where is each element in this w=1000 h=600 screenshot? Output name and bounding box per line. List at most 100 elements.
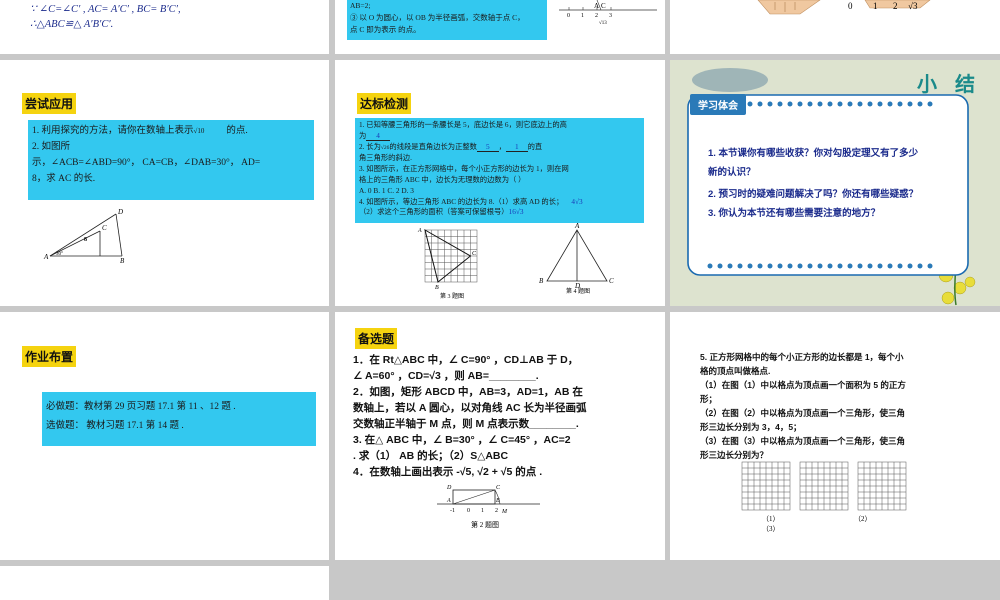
label-d: D (117, 208, 123, 216)
axis-label-0: 0 (848, 1, 853, 11)
gq-line-5: （2）在图（2）中以格点为顶点画一个三角形，使三角 (700, 408, 905, 418)
slide-standard-test[interactable]: 达标检测 1. 已知等腰三角形的一条腰长是 5，底边长是 6，则它底边上的高 为… (335, 60, 665, 306)
point-c-label: C (601, 2, 606, 10)
slide-backup-questions[interactable]: 备选题 1．在 Rt△ABC 中，∠ C=90° ，CD⊥AB 于 D， ∠ A… (335, 312, 665, 560)
summary-q1b: 新的认识？ (708, 167, 756, 178)
axis-label-3: 3 (609, 13, 612, 19)
label-a: A (574, 222, 580, 230)
label-30: 30° (56, 252, 63, 257)
slide-top-right[interactable]: 0 1 2 √3 (670, 0, 1000, 54)
homework-box: 必做题：教材第 29 页习题 17.1 第 11 、12 题 . 选做题： 教材… (42, 392, 316, 446)
q3-line-1: 3. 如图所示，在正方形网格中，每个小正方形的边长为 1，则在网 (359, 164, 569, 174)
congruence-line-2: ∴△ABC≌△ A′B′C′. (30, 19, 114, 30)
equilateral-figure: A B C D (539, 222, 614, 288)
slide-try-apply[interactable]: 尝试应用 1. 利用探究的方法，请你在数轴上表示√10 的点. 2. 如图所 示，… (0, 60, 329, 306)
summary-questions: 1. 本节课你有哪些收获？你对勾股定理又有了多少 新的认识？ 2. 预习时的疑难… (708, 144, 918, 223)
gq-line-6: 形三边长分别为 3，4，5； (700, 422, 802, 432)
q1-end: 的点. (226, 126, 248, 136)
label-c: C (609, 277, 614, 285)
label-neg1: -1 (450, 508, 455, 514)
homework-optional: 选做题： 教材习题 17.1 第 14 题 . (46, 421, 184, 431)
rectangle-number-line-figure: D C A B -1 0 1 2 M (437, 485, 540, 515)
figure-2-caption: 第 2 题图 (471, 521, 499, 529)
label-b: B (435, 285, 439, 291)
bq4-line-1: 4．在数轴上画出表示 -√5, √2 + √5 的点 . (353, 466, 543, 478)
bq3-line-2: . 求（1） AB 的长；（2）S△ABC (353, 450, 509, 462)
grid-caption-3-text: （3） (762, 525, 780, 533)
gq-line-4: 形； (700, 394, 718, 404)
label-c: C (102, 224, 107, 232)
q1-text: 1. 利用探究的方法，请你在数轴上表示 (32, 126, 194, 136)
slide-bottom-left[interactable] (0, 566, 329, 600)
q2-line-1b: 的线段是直角边长为正整数 (389, 141, 477, 151)
ruler-figure: 0 1 2 √3 (757, 0, 931, 15)
label-0: 0 (467, 508, 470, 514)
grid-figures (741, 461, 907, 511)
bq2-line-3: 交数轴正半轴于 M 点，则 M 点表示数________. (353, 418, 579, 430)
label-c: C (496, 485, 501, 491)
q1-line-1: 1. 已知等腰三角形的一条腰长是 5，底边长是 6，则它底边上的高 (359, 120, 567, 129)
slide-title: 作业布置 (22, 346, 77, 367)
number-line-figure: 0 1 2 3 √13 A C (559, 0, 657, 26)
q2-line-2: 角三角形的斜边. (359, 153, 412, 163)
q2-line-1c: 的直 (527, 141, 543, 151)
bq1-line-2: ∠ A=60° ，CD=√3 ，则 AB=________. (353, 370, 539, 382)
label-a: A (446, 498, 451, 504)
grid-figure: A C B (417, 228, 478, 291)
grid-question: 5. 正方形网格中的每个小正方形的边长都是 1，每个小 格的顶点叫做格点. （1… (700, 350, 906, 462)
q2-line-c: 8，求 AC 的长. (32, 174, 96, 184)
gq-line-1: 5. 正方形网格中的每个小正方形的边长都是 1，每个小 (700, 352, 904, 362)
label-1: 1 (481, 508, 484, 514)
learning-banner: 学习体会 (690, 94, 746, 115)
triangle-figure: D C A B 8 30° (43, 208, 125, 265)
gq-line-3: （1）在图（1）中以格点为顶点画一个面积为 5 的正方 (700, 380, 906, 390)
construction-line-3: 点 C 即为表示 的点。 (350, 25, 421, 34)
answer-2: 5 (476, 141, 499, 152)
slide-grid-question[interactable]: 5. 正方形网格中的每个小正方形的边长都是 1，每个小 格的顶点叫做格点. （1… (670, 312, 1000, 560)
q2-line-1: 2. 长为 (359, 141, 381, 151)
construction-line-2: ③ 以 O 为圆心，以 OB 为半径画弧，交数轴于点 C， (350, 13, 525, 22)
slide-homework[interactable]: 作业布置 必做题：教材第 29 页习题 17.1 第 11 、12 题 . 选做… (0, 312, 329, 560)
congruence-line-1: ∵ ∠C=∠C′ , AC= A′C′ , BC= B′C′, (30, 4, 181, 15)
bq1-line-1: 1．在 Rt△ABC 中，∠ C=90° ，CD⊥AB 于 D， (353, 354, 579, 366)
axis-label-0: 0 (567, 13, 570, 19)
label-8: 8 (84, 237, 87, 243)
label-b: B (496, 498, 500, 504)
construction-line-1: AB=2; (350, 1, 371, 10)
question-box: 1. 利用探究的方法，请你在数轴上表示√10 的点. 2. 如图所 示，∠ACB=… (28, 120, 314, 200)
gq-line-2: 格的顶点叫做格点. (700, 366, 771, 376)
label-d: D (446, 485, 452, 491)
axis-label-2: 2 (893, 1, 898, 11)
slide-top-middle[interactable]: AB=2; ③ 以 O 为圆心，以 OB 为半径画弧，交数轴于点 C， 点 C … (335, 0, 665, 54)
summary-q2: 2. 预习时的疑难问题解决了吗？你还有哪些疑惑？ (708, 189, 919, 200)
bq2-line-1: 2．如图，矩形 ABCD 中，AB=3，AD=1，AB 在 (353, 386, 583, 398)
axis-label-2: 2 (595, 13, 598, 19)
label-a: A (417, 228, 422, 234)
slide-title: 达标检测 (357, 93, 412, 114)
answer-4: 4√3 (571, 196, 583, 206)
summary-decoration-title: 小结 (917, 74, 993, 96)
backup-questions: 1．在 Rt△ABC 中，∠ C=90° ，CD⊥AB 于 D， ∠ A=60°… (353, 352, 587, 480)
axis-label-1: 1 (581, 13, 584, 19)
q2-line-b: 示，∠ACB=∠ABD=90°， CA=CB，∠DAB=30°， AD= (32, 158, 261, 168)
axis-label-sqrt13: √13 (599, 20, 607, 26)
label-2: 2 (495, 508, 498, 514)
q4-line-2: （2）求这个三角形的面积（答案可保留根号） (359, 207, 509, 217)
q3-options: A. 0 B. 1 C. 2 D. 3 (359, 185, 414, 195)
label-b: B (120, 257, 125, 265)
slide-summary[interactable]: 小结 学习体会 1. 本节课你有哪些收获？你对勾股定理又有了多少 新的认识？ 2… (670, 60, 1000, 306)
slide-title: 备选题 (355, 328, 398, 349)
label-m: M (501, 509, 508, 515)
gq-line-7: （3）在图（3）中以格点为顶点画一个三角形，使三角 (700, 436, 905, 446)
point-a-label: A (594, 2, 599, 10)
q4-line-1: 4. 如图所示，等边三角形 ABC 的边长为 8.（1）求高 AD 的长； (359, 196, 564, 206)
homework-required: 必做题：教材第 29 页习题 17.1 第 11 、12 题 . (46, 402, 236, 412)
grid-caption-2: （2） (854, 515, 872, 523)
bq3-line-1: 3. 在△ ABC 中，∠ B=30° ，∠ C=45° ，AC=2 (353, 434, 571, 446)
q1-sqrt: √10 (193, 127, 205, 135)
answer-3: 1 (505, 141, 528, 152)
slide-top-left[interactable]: ∵ ∠C=∠C′ , AC= A′C′ , BC= B′C′, ∴△ABC≌△ … (0, 0, 329, 54)
q3-line-2: 格上的三角形 ABC 中，边长为无理数的边数为（ ） (359, 174, 526, 184)
label-a: A (43, 253, 49, 261)
answer-1: 4 (366, 130, 390, 141)
